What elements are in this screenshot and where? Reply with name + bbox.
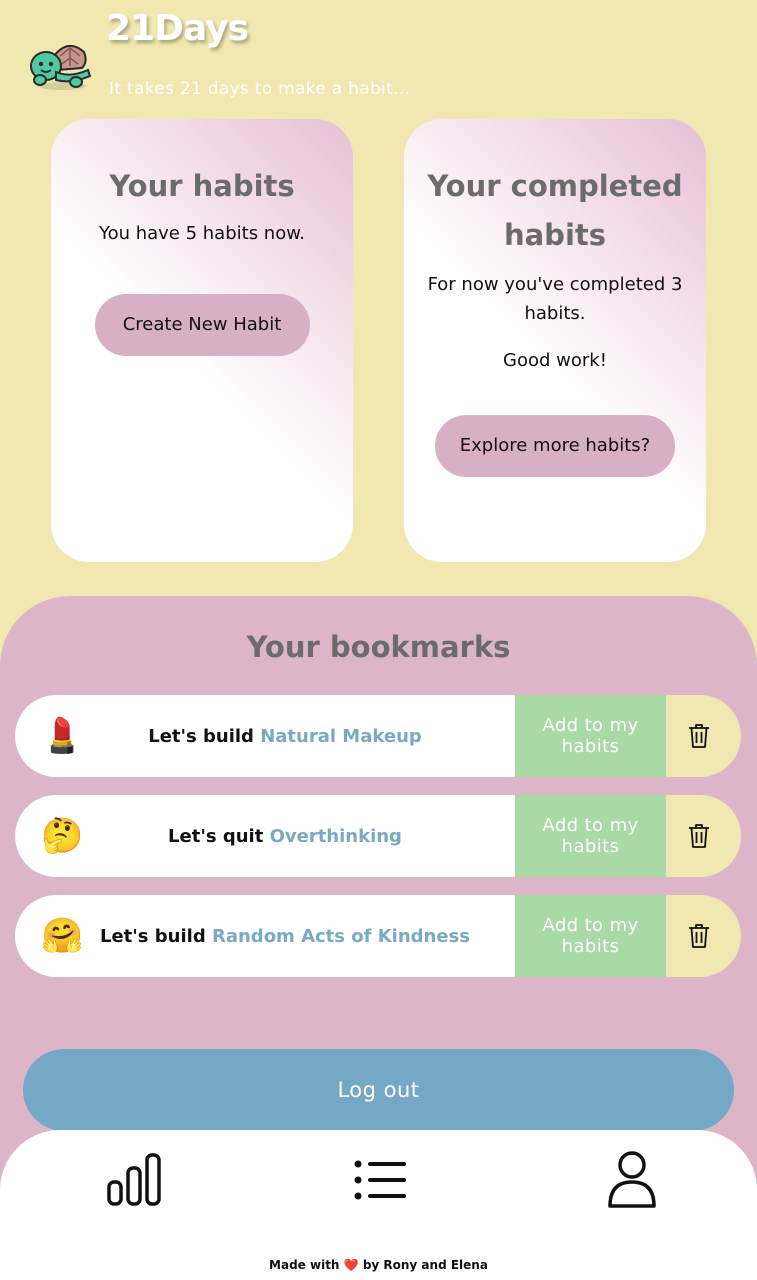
tagline: It takes 21 days to make a habit... <box>109 79 411 99</box>
footer-credit: Made with ❤️ by Rony and Elena <box>0 1258 757 1272</box>
add-to-my-habits-button[interactable]: Add to my habits <box>515 895 666 977</box>
habits-card: Your habits You have 5 habits now. Creat… <box>51 119 353 562</box>
bookmark-habit-name: Natural Makeup <box>260 725 422 747</box>
completed-habits-card: Your completed habits For now you've com… <box>404 119 706 562</box>
bookmark-info[interactable]: 🤗 Let's build Random Acts of Kindness <box>15 895 515 977</box>
bottom-nav: Made with ❤️ by Rony and Elena <box>0 1130 757 1280</box>
completed-card-title: Your completed habits <box>427 169 683 252</box>
completed-count-text: For now you've completed 3 habits. <box>427 274 683 324</box>
heart-icon: ❤️ <box>343 1258 359 1272</box>
habits-card-title: Your habits <box>109 169 295 203</box>
turtle-logo-icon <box>26 36 94 92</box>
lipstick-emoji-icon: 💄 <box>41 716 84 756</box>
app-title: 21Days <box>106 8 249 49</box>
bookmark-habit-name: Random Acts of Kindness <box>211 925 470 947</box>
trash-icon <box>688 724 709 748</box>
bookmark-label: Let's build Random Acts of Kindness <box>60 926 470 947</box>
bookmark-info[interactable]: 🤔 Let's quit Overthinking <box>15 795 515 877</box>
user-icon[interactable] <box>606 1150 658 1214</box>
explore-habits-button[interactable]: Explore more habits? <box>435 415 675 477</box>
footer-suffix: by Rony and Elena <box>362 1258 488 1272</box>
create-new-habit-button[interactable]: Create New Habit <box>94 294 310 356</box>
bookmark-habit-name: Overthinking <box>269 825 402 847</box>
bookmark-row: 🤔 Let's quit Overthinking Add to my habi… <box>15 795 741 877</box>
bookmark-verb: Let's build <box>148 725 254 747</box>
bookmarks-title: Your bookmarks <box>246 630 511 664</box>
hugging-face-emoji-icon: 🤗 <box>41 916 84 956</box>
trash-icon <box>688 824 709 848</box>
delete-bookmark-button[interactable] <box>666 895 741 977</box>
bookmark-row: 💄 Let's build Natural Makeup Add to my h… <box>15 695 741 777</box>
bookmark-verb: Let's build <box>100 925 206 947</box>
add-to-my-habits-button[interactable]: Add to my habits <box>515 795 666 877</box>
bar-chart-icon[interactable] <box>106 1152 162 1212</box>
delete-bookmark-button[interactable] <box>666 695 741 777</box>
praise-text: Good work! <box>503 350 607 371</box>
bookmark-row: 🤗 Let's build Random Acts of Kindness Ad… <box>15 895 741 977</box>
bookmark-label: Let's build Natural Makeup <box>108 726 422 747</box>
thinking-face-emoji-icon: 🤔 <box>41 816 84 856</box>
delete-bookmark-button[interactable] <box>666 795 741 877</box>
habits-count-text: You have 5 habits now. <box>98 223 306 244</box>
footer-prefix: Made with <box>269 1258 340 1272</box>
list-icon[interactable] <box>353 1158 409 1206</box>
add-to-my-habits-button[interactable]: Add to my habits <box>515 695 666 777</box>
log-out-button[interactable]: Log out <box>23 1049 734 1131</box>
bookmark-verb: Let's quit <box>168 825 264 847</box>
bookmark-info[interactable]: 💄 Let's build Natural Makeup <box>15 695 515 777</box>
trash-icon <box>688 924 709 948</box>
bookmark-label: Let's quit Overthinking <box>128 826 402 847</box>
